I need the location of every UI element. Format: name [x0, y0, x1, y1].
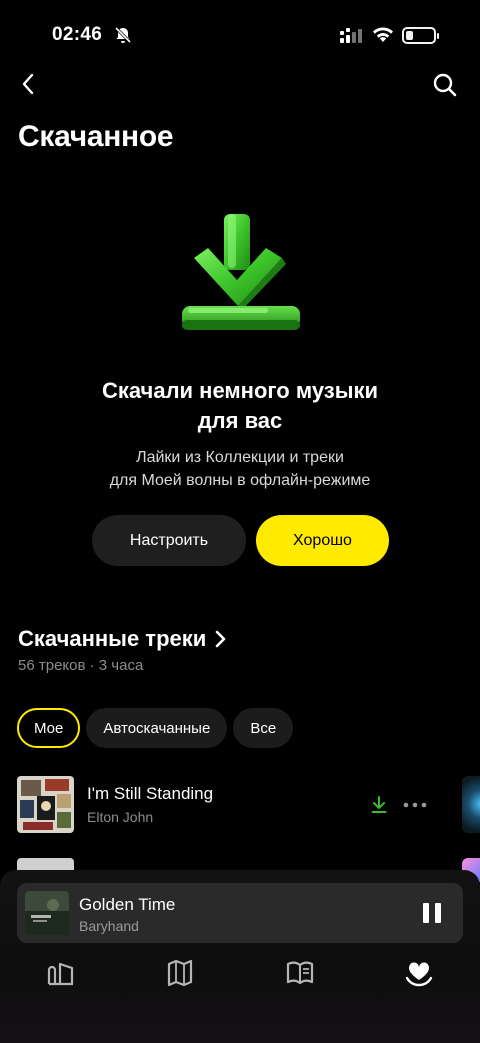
collection-heart-icon[interactable] [404, 958, 434, 988]
map-icon[interactable] [165, 958, 195, 988]
download-3d-icon [182, 214, 300, 330]
filter-chip-all[interactable]: Все [233, 708, 294, 748]
wifi-icon [373, 27, 393, 42]
album-cover [17, 776, 74, 833]
bell-off-icon [114, 26, 132, 44]
pause-icon [423, 903, 429, 923]
filter-chip-mine[interactable]: Мое [17, 708, 81, 748]
hero-subtitle-line: для Моей волны в офлайн-режиме [109, 472, 371, 489]
back-button[interactable] [14, 70, 42, 98]
hero-subtitle: Лайки из Коллекции и треки для Моей волн… [0, 446, 480, 492]
home-icon[interactable] [46, 958, 76, 988]
side-card-peek[interactable] [462, 776, 480, 833]
now-playing-cover [25, 891, 69, 935]
tracks-summary: 56 треков · 3 часа [18, 657, 144, 674]
track-row[interactable]: I'm Still Standing Elton John [17, 776, 480, 834]
battery-icon [402, 27, 439, 44]
filter-chip-auto[interactable]: Автоскачанные [86, 708, 228, 748]
hero-title-line: Скачали немного музыки [101, 378, 379, 403]
search-button[interactable] [432, 72, 458, 98]
page-title: Скачанное [18, 120, 174, 153]
chevron-left-icon [22, 73, 34, 95]
more-options-icon[interactable] [403, 796, 427, 814]
now-playing-artist: Baryhand [79, 918, 139, 934]
hero-title-line: для вас [197, 408, 283, 433]
hero-subtitle-line: Лайки из Коллекции и треки [136, 449, 344, 466]
mini-player[interactable]: Golden Time Baryhand [17, 883, 463, 943]
chevron-right-icon [215, 630, 226, 648]
status-time: 02:46 [52, 24, 103, 45]
setup-button[interactable]: Настроить [92, 515, 246, 566]
downloaded-tracks-header[interactable]: Скачанные треки [18, 626, 226, 652]
ok-button[interactable]: Хорошо [256, 515, 389, 566]
track-title: I'm Still Standing [87, 784, 214, 803]
status-bar: 02:46 [0, 0, 480, 70]
hero-title: Скачали немного музыки для вас [0, 376, 480, 436]
cellular-signal-icon [340, 28, 362, 43]
filter-chips: Мое Автоскачанные Все [17, 708, 294, 748]
downloaded-icon [371, 796, 387, 813]
tab-bar [0, 958, 480, 998]
now-playing-title: Golden Time [79, 895, 176, 914]
section-title: Скачанные треки [18, 626, 207, 651]
pause-button[interactable] [423, 903, 441, 923]
book-icon[interactable] [285, 958, 315, 988]
track-artist: Elton John [87, 809, 154, 825]
